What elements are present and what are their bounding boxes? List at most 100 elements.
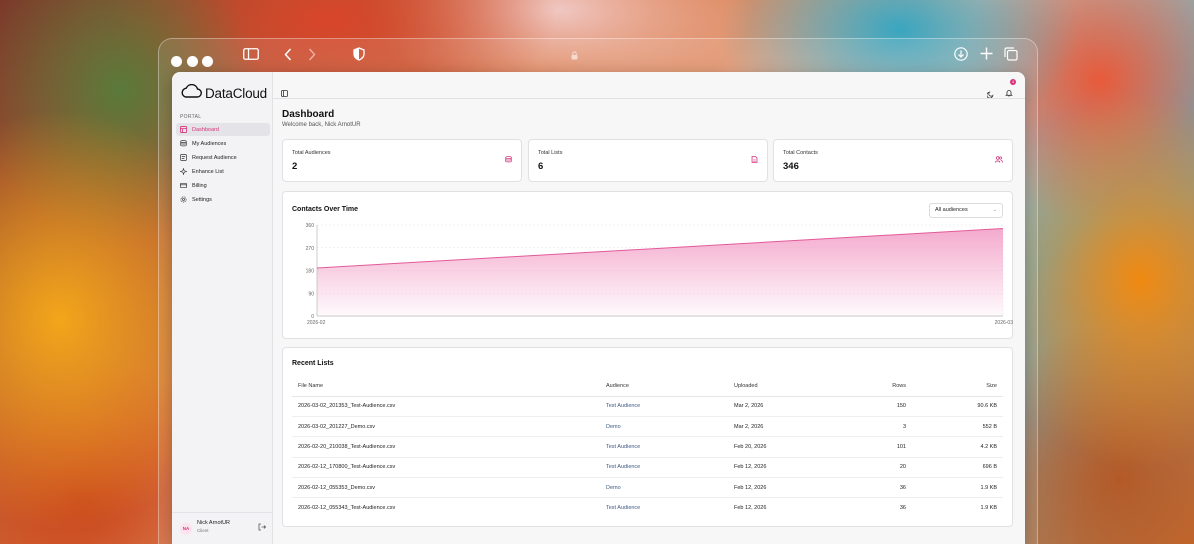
database-icon [180, 140, 187, 147]
column-header-audience[interactable]: Audience [600, 377, 728, 397]
y-tick-label: 270 [306, 246, 315, 252]
avatar: NA [180, 523, 192, 535]
audience-link[interactable]: Test Audience [600, 436, 728, 458]
sidebar-item-dashboard[interactable]: Dashboard [176, 123, 270, 136]
column-header-uploaded[interactable]: Uploaded [728, 377, 846, 397]
table-row[interactable]: 2026-02-12_055343_Test-Audience.csv Test… [292, 498, 1003, 518]
sidebar-item-label: Request Audience [192, 154, 237, 161]
sidebar-toggle-icon[interactable] [243, 48, 259, 60]
sidebar-item-label: Dashboard [192, 126, 219, 133]
rows-cell: 3 [846, 416, 912, 438]
file-name-cell: 2026-03-02_201353_Test-Audience.csv [292, 396, 600, 417]
app-name: DataCloud [205, 86, 267, 101]
table-row[interactable]: 2026-02-12_055353_Demo.csv Demo Feb 12, … [292, 477, 1003, 499]
privacy-shield-icon[interactable] [353, 47, 365, 61]
download-icon[interactable] [954, 47, 968, 61]
rows-cell: 150 [846, 396, 912, 417]
table-row[interactable]: 2026-02-20_210038_Test-Audience.csv Test… [292, 436, 1003, 458]
uploaded-cell: Feb 12, 2026 [728, 457, 846, 479]
audience-link[interactable]: Demo [600, 416, 728, 438]
rows-cell: 36 [846, 477, 912, 499]
database-icon [505, 150, 512, 168]
sparkle-icon [180, 168, 187, 175]
sidebar-item-my-audiences[interactable]: My Audiences [176, 137, 270, 150]
forward-arrow-icon[interactable] [308, 48, 316, 61]
file-name-cell: 2026-02-12_055353_Demo.csv [292, 477, 600, 499]
sidebar-item-request-audience[interactable]: Request Audience [176, 151, 270, 164]
y-tick-label: 360 [306, 223, 315, 229]
window-close-button[interactable] [171, 56, 182, 67]
stat-value: 346 [783, 161, 799, 172]
audience-link[interactable]: Demo [600, 477, 728, 499]
sidebar-item-settings[interactable]: Settings [176, 193, 270, 206]
main-content: Dashboard Welcome back, Nick ArnotUR Tot… [273, 99, 1025, 544]
stat-label: Total Audiences [292, 150, 331, 156]
file-name-cell: 2026-03-02_201227_Demo.csv [292, 416, 600, 438]
rows-cell: 36 [899, 505, 906, 512]
tab-overview-icon[interactable] [1004, 47, 1018, 61]
table-header-row: File Name Audience Uploaded Rows Size [292, 377, 1003, 397]
audience-filter-select[interactable]: All audiences ⌄ [929, 203, 1003, 218]
size-cell: 1.9 KB [912, 477, 1003, 499]
file-name-cell: 2026-02-12_055343_Test-Audience.csv [298, 505, 396, 512]
y-tick-label: 90 [308, 291, 314, 297]
sidebar: DataCloud PORTAL Dashboard My Audiences … [172, 72, 273, 544]
uploaded-cell: Feb 12, 2026 [734, 505, 767, 512]
sidebar-nav: Dashboard My Audiences Request Audience … [176, 123, 270, 207]
window-zoom-button[interactable] [202, 56, 213, 67]
sidebar-item-billing[interactable]: Billing [176, 179, 270, 192]
sidebar-item-label: Enhance List [192, 168, 224, 175]
sidebar-item-enhance-list[interactable]: Enhance List [176, 165, 270, 178]
app-window: DataCloud PORTAL Dashboard My Audiences … [172, 72, 1025, 544]
window-minimize-button[interactable] [187, 56, 198, 67]
table-row[interactable]: 2026-03-02_201353_Test-Audience.csv Test… [292, 396, 1003, 417]
size-cell: 90.6 KB [912, 396, 1003, 417]
file-name-cell: 2026-02-20_210038_Test-Audience.csv [292, 436, 600, 458]
stat-card-audiences: Total Audiences 2 [282, 139, 522, 182]
recent-lists-title: Recent Lists [292, 360, 334, 367]
credit-card-icon [180, 182, 187, 189]
audience-filter-value: All audiences [935, 207, 968, 213]
stat-label: Total Lists [538, 150, 563, 156]
rows-cell: 101 [846, 436, 912, 458]
y-tick-label: 180 [306, 269, 315, 275]
table-row[interactable]: 2026-03-02_201227_Demo.csv Demo Mar 2, 2… [292, 416, 1003, 438]
uploaded-cell: Feb 12, 2026 [728, 477, 846, 499]
logo[interactable]: DataCloud [180, 83, 267, 103]
uploaded-cell: Mar 2, 2026 [728, 396, 846, 417]
users-icon [995, 150, 1003, 168]
contacts-area-fill [317, 228, 1003, 316]
recent-lists-card: Recent Lists File Name Audience Uploaded… [282, 347, 1013, 527]
uploaded-cell: Mar 2, 2026 [728, 416, 846, 438]
audience-link[interactable]: Test Audience [600, 498, 728, 518]
logout-icon[interactable] [258, 523, 267, 533]
stat-value: 2 [292, 161, 298, 172]
audience-link[interactable]: Test Audience [600, 396, 728, 417]
dashboard-icon [180, 126, 187, 133]
size-cell: 552 B [912, 416, 1003, 438]
welcome-message: Welcome back, Nick ArnotUR [282, 122, 361, 128]
stat-label: Total Contacts [783, 150, 818, 156]
chevron-down-icon: ⌄ [992, 207, 997, 213]
back-arrow-icon[interactable] [284, 48, 292, 61]
audience-link[interactable]: Test Audience [600, 457, 728, 479]
recent-lists-table: File Name Audience Uploaded Rows Size 20… [292, 377, 1003, 518]
chart-card: Contacts Over Time All audiences ⌄ 0 90 18… [282, 191, 1013, 339]
top-bar: 4 [273, 72, 1025, 99]
page-title: Dashboard [282, 109, 335, 120]
file-name-cell: 2026-02-12_170800_Test-Audience.csv [292, 457, 600, 479]
column-header-size[interactable]: Size [912, 377, 1003, 397]
portal-section-label: PORTAL [180, 114, 202, 120]
uploaded-cell: Feb 20, 2026 [728, 436, 846, 458]
lock-icon [571, 51, 578, 60]
user-profile[interactable]: NA Nick ArnotUR Client [172, 512, 273, 544]
contacts-chart: 0901802703602026-02 2026-03 [306, 223, 1014, 326]
new-tab-icon[interactable] [980, 47, 993, 60]
cloud-logo-icon [180, 83, 202, 103]
table-row[interactable]: 2026-02-12_170800_Test-Audience.csv Test… [292, 457, 1003, 479]
size-cell: 1.9 KB [980, 505, 997, 512]
file-icon [751, 150, 758, 168]
user-role: Client [197, 528, 209, 533]
column-header-file-name[interactable]: File Name [292, 377, 600, 397]
column-header-rows[interactable]: Rows [846, 377, 912, 397]
